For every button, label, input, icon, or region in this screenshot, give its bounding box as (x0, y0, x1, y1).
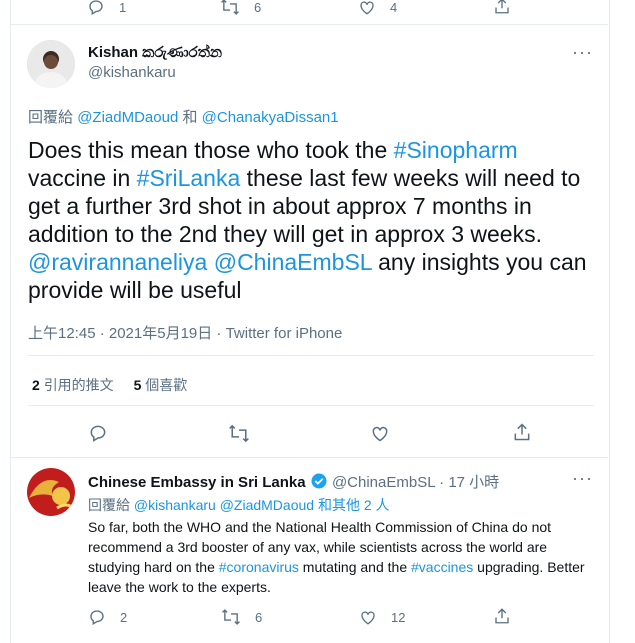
share-icon (493, 607, 511, 625)
heart-icon (359, 608, 377, 626)
tweet-text: Does this mean those who took the #Sinop… (28, 136, 588, 304)
share-icon (493, 0, 511, 15)
text-run: Does this mean those who took the (28, 137, 394, 163)
share-button[interactable] (512, 422, 532, 442)
retweet-action[interactable]: 6 (221, 608, 262, 626)
divider (28, 405, 594, 406)
quote-count: 2 (32, 377, 40, 393)
reply-action[interactable]: 1 (87, 0, 126, 16)
reply-count: 2 (120, 609, 128, 625)
reply-button[interactable] (88, 423, 108, 443)
embassy-avatar[interactable] (27, 468, 75, 516)
reply-prefix: 回覆給 (88, 497, 130, 513)
reply-icon (88, 423, 108, 443)
reply-count: 1 (119, 0, 127, 15)
divider (10, 457, 608, 458)
retweet-count: 6 (254, 0, 262, 15)
share-action[interactable] (493, 0, 511, 15)
embassy-handle[interactable]: @ChinaEmbSL (332, 474, 435, 491)
like-stat-count: 5 (133, 377, 142, 393)
mention-link[interactable]: @kishankaru (134, 497, 216, 513)
reply-prefix: 回覆給 (28, 109, 74, 126)
hashtag-link[interactable]: #SriLanka (137, 165, 241, 191)
reply-header: Chinese Embassy in Sri Lanka @ChinaEmbSL… (88, 471, 499, 494)
retweet-action[interactable]: 6 (220, 0, 261, 16)
reply-icon (87, 0, 105, 16)
hashtag-link[interactable]: #vaccines (411, 559, 473, 575)
like-count: 4 (390, 0, 398, 15)
like-count: 12 (391, 609, 406, 625)
like-stat-label: 個喜歡 (145, 377, 188, 393)
retweet-button[interactable] (228, 424, 250, 443)
author-handle[interactable]: @kishankaru (88, 64, 176, 81)
reply-context: 回覆給 @kishankaru @ZiadMDaoud 和其他 2 人 (88, 495, 390, 515)
author-avatar[interactable] (27, 40, 75, 88)
like-button[interactable] (370, 423, 390, 443)
retweet-count: 6 (255, 609, 263, 625)
text-run: mutating and the (298, 559, 411, 575)
tweet-timestamp[interactable]: 上午12:45 · 2021年5月19日 · Twitter for iPhon… (28, 322, 342, 343)
others-link[interactable]: 和其他 2 人 (318, 497, 390, 513)
hashtag-link[interactable]: #coronavirus (219, 559, 299, 575)
mention-link[interactable]: @ravirannaneliya (28, 249, 207, 275)
reply-time[interactable]: · 17 小時 (439, 474, 499, 491)
quote-stat[interactable]: 2 引用的推文 (32, 377, 114, 393)
reply-action[interactable]: 2 (88, 608, 127, 626)
share-icon (512, 422, 532, 442)
divider (10, 24, 608, 25)
heart-icon (358, 0, 376, 16)
like-action[interactable]: 12 (359, 608, 405, 626)
share-action[interactable] (493, 607, 511, 625)
embassy-name[interactable]: Chinese Embassy in Sri Lanka (88, 474, 306, 491)
like-stat[interactable]: 5 個喜歡 (134, 377, 188, 393)
like-action[interactable]: 4 (358, 0, 397, 16)
mention-link[interactable]: @ChanakyaDissan1 (202, 109, 339, 126)
retweet-icon (228, 424, 250, 443)
engagement-stats: 2 引用的推文 5 個喜歡 (32, 375, 187, 395)
more-options-icon[interactable]: ··· (572, 43, 593, 61)
mention-link[interactable]: @ZiadMDaoud (220, 497, 314, 513)
reply-text: So far, both the WHO and the National He… (88, 517, 593, 597)
text-run: vaccine in (28, 165, 137, 191)
heart-icon (370, 423, 390, 443)
reply-context: 回覆給 @ZiadMDaoud 和 @ChanakyaDissan1 (28, 106, 339, 127)
mention-link[interactable]: @ChinaEmbSL (214, 249, 372, 275)
reply-icon (88, 608, 106, 626)
author-name[interactable]: Kishan කරුණාරත්න (88, 44, 222, 61)
quote-label: 引用的推文 (43, 377, 114, 393)
retweet-icon (220, 0, 240, 16)
retweet-icon (221, 608, 241, 626)
mention-link[interactable]: @ZiadMDaoud (77, 109, 178, 126)
verified-badge-icon (310, 472, 328, 494)
reply-and: 和 (182, 109, 198, 126)
hashtag-link[interactable]: #Sinopharm (394, 137, 518, 163)
divider (28, 355, 594, 356)
more-options-icon[interactable]: ··· (572, 469, 593, 487)
